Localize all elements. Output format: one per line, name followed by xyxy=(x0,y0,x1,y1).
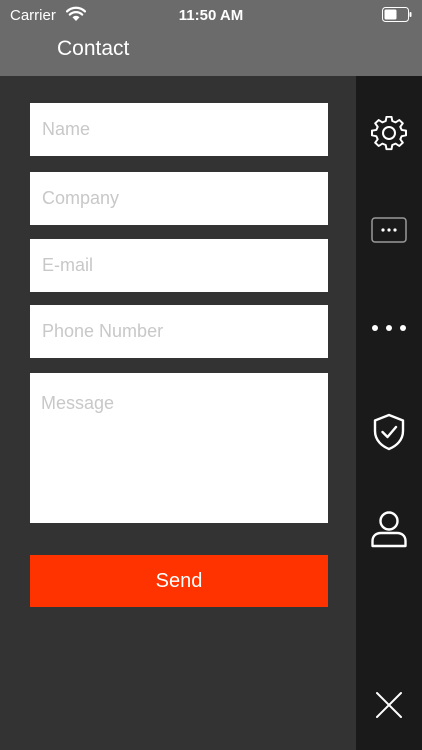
top-bar: Carrier 11:50 AM Contact xyxy=(0,0,422,76)
page-title: Contact xyxy=(57,37,130,60)
more-dots-icon[interactable] xyxy=(356,322,422,334)
name-input[interactable] xyxy=(30,103,328,156)
close-icon[interactable] xyxy=(356,690,422,720)
email-input[interactable] xyxy=(30,239,328,292)
phone-input[interactable] xyxy=(30,305,328,358)
company-input[interactable] xyxy=(30,172,328,225)
user-icon[interactable] xyxy=(356,509,422,549)
gear-icon[interactable] xyxy=(356,116,422,152)
battery-icon xyxy=(382,7,412,22)
sidebar xyxy=(356,76,422,750)
chat-bubble-icon[interactable] xyxy=(356,217,422,243)
status-time: 11:50 AM xyxy=(178,7,244,24)
message-textarea[interactable] xyxy=(30,373,328,523)
send-button[interactable]: Send xyxy=(30,555,328,607)
shield-check-icon[interactable] xyxy=(356,412,422,452)
status-bar: Carrier 11:50 AM xyxy=(0,0,422,30)
